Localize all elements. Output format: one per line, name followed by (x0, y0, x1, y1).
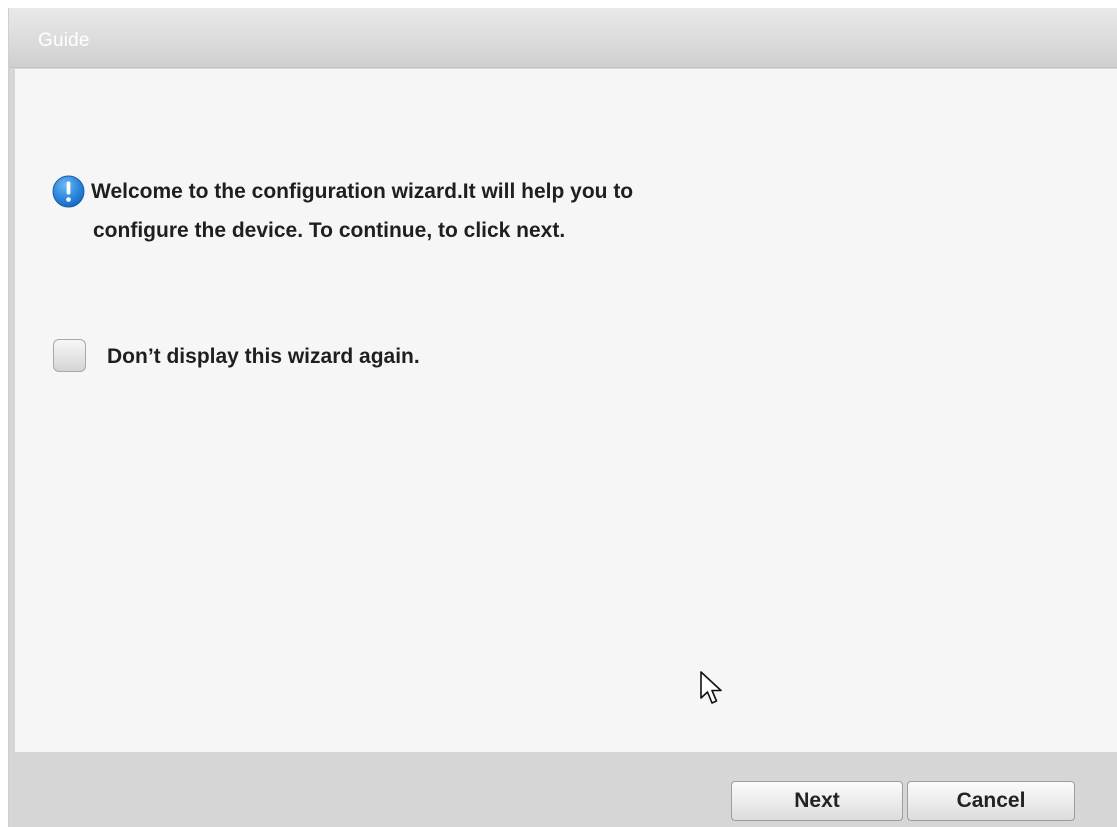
guide-dialog: Guide Welcome to the configuration wizar… (8, 8, 1117, 827)
dialog-footer: Next Cancel (9, 752, 1117, 827)
cancel-button[interactable]: Cancel (907, 781, 1075, 821)
welcome-message-line-1: Welcome to the configuration wizard.It w… (91, 180, 634, 203)
welcome-message-line-2: configure the device. To continue, to cl… (93, 219, 566, 242)
dont-display-again-label[interactable]: Don’t display this wizard again. (107, 344, 420, 370)
dont-display-again-checkbox[interactable] (53, 339, 86, 372)
title-bar: Guide (9, 8, 1117, 68)
dialog-title: Guide (38, 30, 90, 51)
mouse-pointer-icon (700, 671, 722, 704)
info-icon (52, 175, 85, 208)
dialog-content: Welcome to the configuration wizard.It w… (15, 69, 1117, 752)
next-button[interactable]: Next (731, 781, 903, 821)
